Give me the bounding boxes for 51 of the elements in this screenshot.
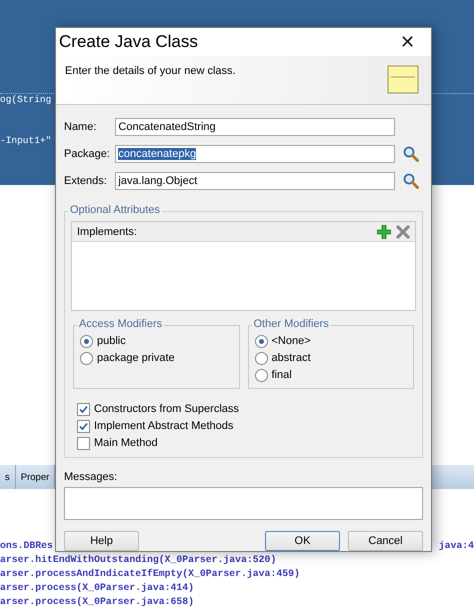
field-value: ConcatenatedString [118, 120, 216, 132]
code-line: -Input1+" [0, 135, 52, 146]
radio-label: final [272, 369, 292, 381]
field-label: Name: [64, 120, 98, 132]
group-title: Optional Attributes [68, 204, 162, 216]
help-button[interactable]: Help [64, 531, 139, 551]
input-field[interactable]: java.lang.Object [115, 172, 396, 190]
radio-button[interactable] [80, 352, 93, 364]
checkbox-label: Main Method [94, 437, 158, 449]
console-line: ons.DBRes [0, 540, 53, 550]
checkbox-label: Implement Abstract Methods [94, 420, 234, 432]
radio-button[interactable] [254, 334, 268, 348]
radio-label: <None> [272, 335, 311, 347]
console-line: arser.process(X_0Parser.java:414) [0, 582, 194, 592]
radio-button[interactable] [80, 334, 93, 348]
panel-tab[interactable]: s [0, 465, 16, 489]
group-title: Access Modifiers [77, 318, 164, 330]
checkbox-label: Constructors from Superclass [94, 403, 239, 415]
cancel-button[interactable]: Cancel [348, 531, 423, 551]
field-value: java.lang.Object [118, 174, 198, 186]
field-label: Package: [64, 148, 111, 160]
search-icon[interactable] [403, 172, 420, 188]
console-line: arser.process(X_0Parser.java:658) [0, 596, 194, 606]
radio-label: abstract [272, 352, 311, 364]
console-line: arser.hitEndWithOutstanding(X_0Parser.java:520) [0, 554, 276, 564]
remove-icon[interactable] [396, 224, 410, 238]
implements-list[interactable]: Implements: [71, 221, 416, 311]
code-line: og(String [0, 94, 52, 105]
messages-label: Messages: [64, 471, 118, 483]
console-line: arser.processAndIndicateIfEmpty(X_0Parser.java:459) [0, 568, 300, 578]
checkbox[interactable] [77, 402, 90, 416]
description-text: Enter the details of your new class. [65, 65, 236, 80]
list-header: Implements: [77, 226, 137, 238]
ok-button[interactable]: OK [265, 531, 340, 551]
radio-button[interactable] [254, 368, 268, 382]
input-field[interactable]: concatenatepkg [115, 144, 396, 162]
radio-label: package private [97, 352, 175, 364]
checkbox[interactable] [77, 436, 90, 450]
search-icon[interactable] [403, 146, 420, 162]
radio-button[interactable] [254, 352, 268, 364]
radio-label: public [97, 335, 126, 347]
console-line: java:4 [438, 540, 474, 550]
group-title: Other Modifiers [252, 318, 331, 330]
add-icon[interactable] [377, 224, 391, 238]
close-button[interactable]: ✕ [396, 31, 419, 54]
field-label: Extends: [64, 174, 108, 186]
checkbox[interactable] [77, 420, 90, 432]
field-value: concatenatepkg [118, 148, 196, 160]
input-field[interactable]: ConcatenatedString [115, 118, 396, 136]
note-icon [387, 65, 419, 94]
window-title: Create Java Class [59, 32, 198, 52]
